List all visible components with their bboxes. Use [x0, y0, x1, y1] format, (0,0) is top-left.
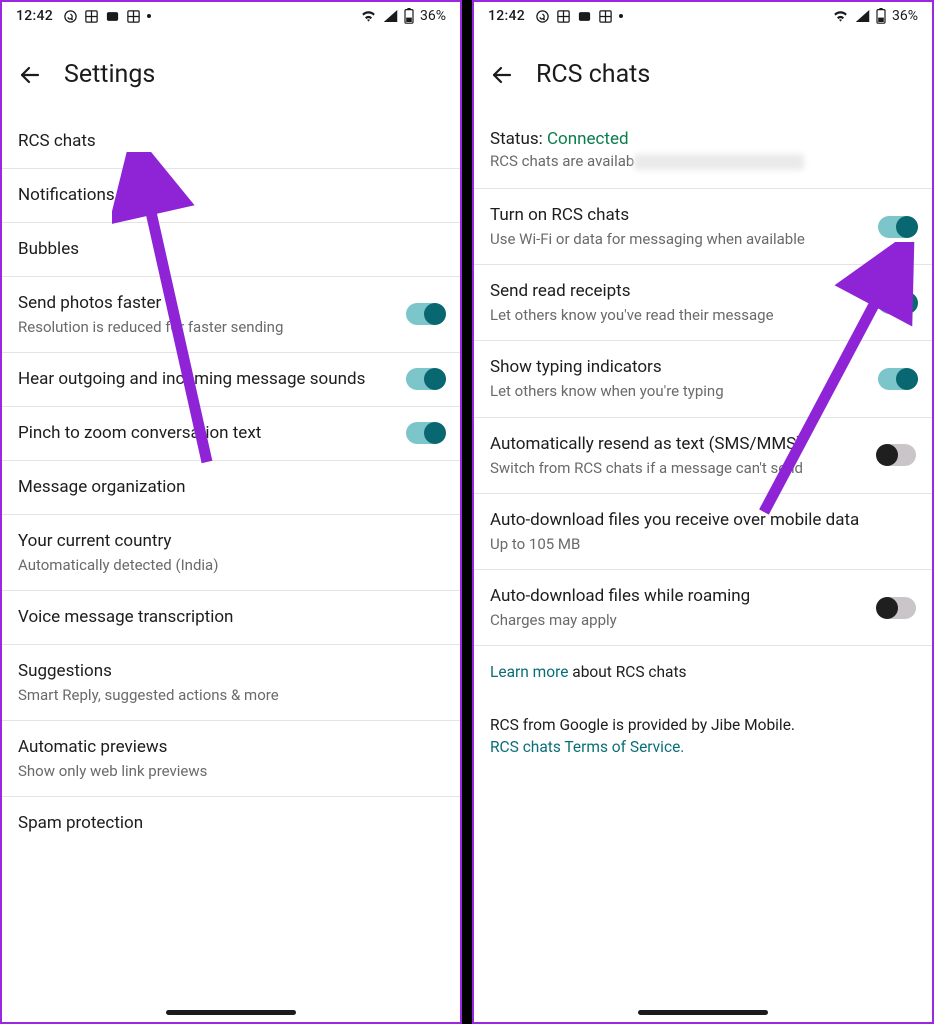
settings-item-automatic-previews[interactable]: Automatic previews Show only web link pr… [2, 721, 460, 797]
settings-item-message-sounds[interactable]: Hear outgoing and incoming message sound… [2, 353, 460, 407]
whatsapp-icon [535, 9, 550, 24]
settings-item-spam-protection[interactable]: Spam protection [2, 797, 460, 850]
item-title: Pinch to zoom conversation text [18, 422, 394, 445]
rcs-footer: Learn more about RCS chats RCS from Goog… [474, 646, 932, 776]
battery-percent: 36% [420, 8, 446, 24]
phone-left: 12:42 36% [0, 0, 462, 1024]
item-title: RCS chats [18, 130, 444, 153]
item-title: Send photos faster [18, 292, 394, 315]
item-sub: Smart Reply, suggested actions & more [18, 685, 444, 705]
item-title: Notifications [18, 184, 444, 207]
settings-list: RCS chats Notifications Bubbles Send pho… [2, 115, 460, 1022]
wifi-icon [360, 9, 377, 23]
nav-pill[interactable] [166, 1010, 296, 1015]
battery-icon [404, 8, 414, 24]
app-icon-3 [598, 9, 613, 24]
app-header: Settings [2, 28, 460, 115]
item-sub: Let others know when you're typing [490, 381, 866, 401]
app-icon-1 [556, 9, 571, 24]
settings-item-current-country[interactable]: Your current country Automatically detec… [2, 515, 460, 591]
toggle-auto-resend[interactable] [878, 444, 916, 466]
toggle-read-receipts[interactable] [878, 292, 916, 314]
app-icon-2 [577, 9, 592, 24]
item-title: Suggestions [18, 660, 444, 683]
item-sub: Up to 105 MB [490, 534, 916, 554]
item-title: Automatic previews [18, 736, 444, 759]
nav-pill[interactable] [638, 1010, 768, 1015]
phone-right: 12:42 36% [472, 0, 934, 1024]
app-icon-3 [126, 9, 141, 24]
wifi-icon [832, 9, 849, 23]
redacted-text [634, 154, 804, 170]
status-sub-text: RCS chats are availab [490, 152, 634, 170]
app-icon-1 [84, 9, 99, 24]
item-title: Turn on RCS chats [490, 204, 866, 227]
item-sub: Charges may apply [490, 610, 866, 630]
item-sub: Automatically detected (India) [18, 555, 444, 575]
item-title: Show typing indicators [490, 356, 866, 379]
status-bar: 12:42 36% [2, 2, 460, 28]
toggle-turn-on-rcs[interactable] [878, 216, 916, 238]
back-arrow-icon[interactable] [490, 63, 514, 87]
toggle-message-sounds[interactable] [406, 368, 444, 390]
page-title: Settings [64, 60, 155, 89]
item-title: Automatically resend as text (SMS/MMS) [490, 433, 866, 456]
settings-item-suggestions[interactable]: Suggestions Smart Reply, suggested actio… [2, 645, 460, 721]
tos-link[interactable]: RCS chats Terms of Service. [490, 738, 684, 756]
rcs-status-block: Status: Connected RCS chats are availab [474, 115, 932, 189]
rcs-settings-list: Turn on RCS chats Use Wi-Fi or data for … [474, 189, 932, 1022]
settings-item-send-photos-faster[interactable]: Send photos faster Resolution is reduced… [2, 277, 460, 353]
item-title: Send read receipts [490, 280, 866, 303]
settings-item-notifications[interactable]: Notifications [2, 169, 460, 223]
status-time: 12:42 [16, 8, 53, 24]
item-sub: Use Wi-Fi or data for messaging when ava… [490, 229, 866, 249]
toggle-auto-download-roaming[interactable] [878, 597, 916, 619]
item-title: Spam protection [18, 812, 444, 835]
toggle-typing-indicators[interactable] [878, 368, 916, 390]
signal-icon [855, 9, 870, 23]
settings-item-bubbles[interactable]: Bubbles [2, 223, 460, 277]
learn-more-link[interactable]: Learn more [490, 663, 568, 681]
item-title: Auto-download files while roaming [490, 585, 866, 608]
app-header: RCS chats [474, 28, 932, 115]
item-title: Auto-download files you receive over mob… [490, 509, 916, 532]
item-title: Message organization [18, 476, 444, 499]
item-title: Hear outgoing and incoming message sound… [18, 368, 394, 391]
toggle-pinch-zoom[interactable] [406, 422, 444, 444]
item-sub: Resolution is reduced for faster sending [18, 317, 394, 337]
app-icon-2 [105, 9, 120, 24]
page-title: RCS chats [536, 60, 650, 89]
settings-item-rcs-chats[interactable]: RCS chats [2, 115, 460, 169]
signal-icon [383, 9, 398, 23]
battery-icon [876, 8, 886, 24]
item-sub: Switch from RCS chats if a message can't… [490, 458, 866, 478]
back-arrow-icon[interactable] [18, 63, 42, 87]
settings-item-message-organization[interactable]: Message organization [2, 461, 460, 515]
settings-item-pinch-zoom[interactable]: Pinch to zoom conversation text [2, 407, 460, 461]
provider-text: RCS from Google is provided by Jibe Mobi… [490, 714, 916, 736]
status-label: Status: [490, 129, 547, 149]
battery-percent: 36% [892, 8, 918, 24]
more-notifications-dot [619, 14, 623, 18]
rcs-item-turn-on[interactable]: Turn on RCS chats Use Wi-Fi or data for … [474, 189, 932, 265]
whatsapp-icon [63, 9, 78, 24]
rcs-item-auto-download-mobile[interactable]: Auto-download files you receive over mob… [474, 494, 932, 570]
status-time: 12:42 [488, 8, 525, 24]
more-notifications-dot [147, 14, 151, 18]
item-title: Voice message transcription [18, 606, 444, 629]
settings-item-voice-transcription[interactable]: Voice message transcription [2, 591, 460, 645]
learn-more-suffix: about RCS chats [568, 663, 686, 681]
toggle-send-photos-faster[interactable] [406, 303, 444, 325]
item-title: Your current country [18, 530, 444, 553]
rcs-item-read-receipts[interactable]: Send read receipts Let others know you'v… [474, 265, 932, 341]
status-bar: 12:42 36% [474, 2, 932, 28]
item-sub: Let others know you've read their messag… [490, 305, 866, 325]
status-value: Connected [547, 129, 629, 149]
rcs-item-typing-indicators[interactable]: Show typing indicators Let others know w… [474, 341, 932, 417]
rcs-item-auto-resend[interactable]: Automatically resend as text (SMS/MMS) S… [474, 418, 932, 494]
item-sub: Show only web link previews [18, 761, 444, 781]
item-title: Bubbles [18, 238, 444, 261]
rcs-item-auto-download-roaming[interactable]: Auto-download files while roaming Charge… [474, 570, 932, 646]
